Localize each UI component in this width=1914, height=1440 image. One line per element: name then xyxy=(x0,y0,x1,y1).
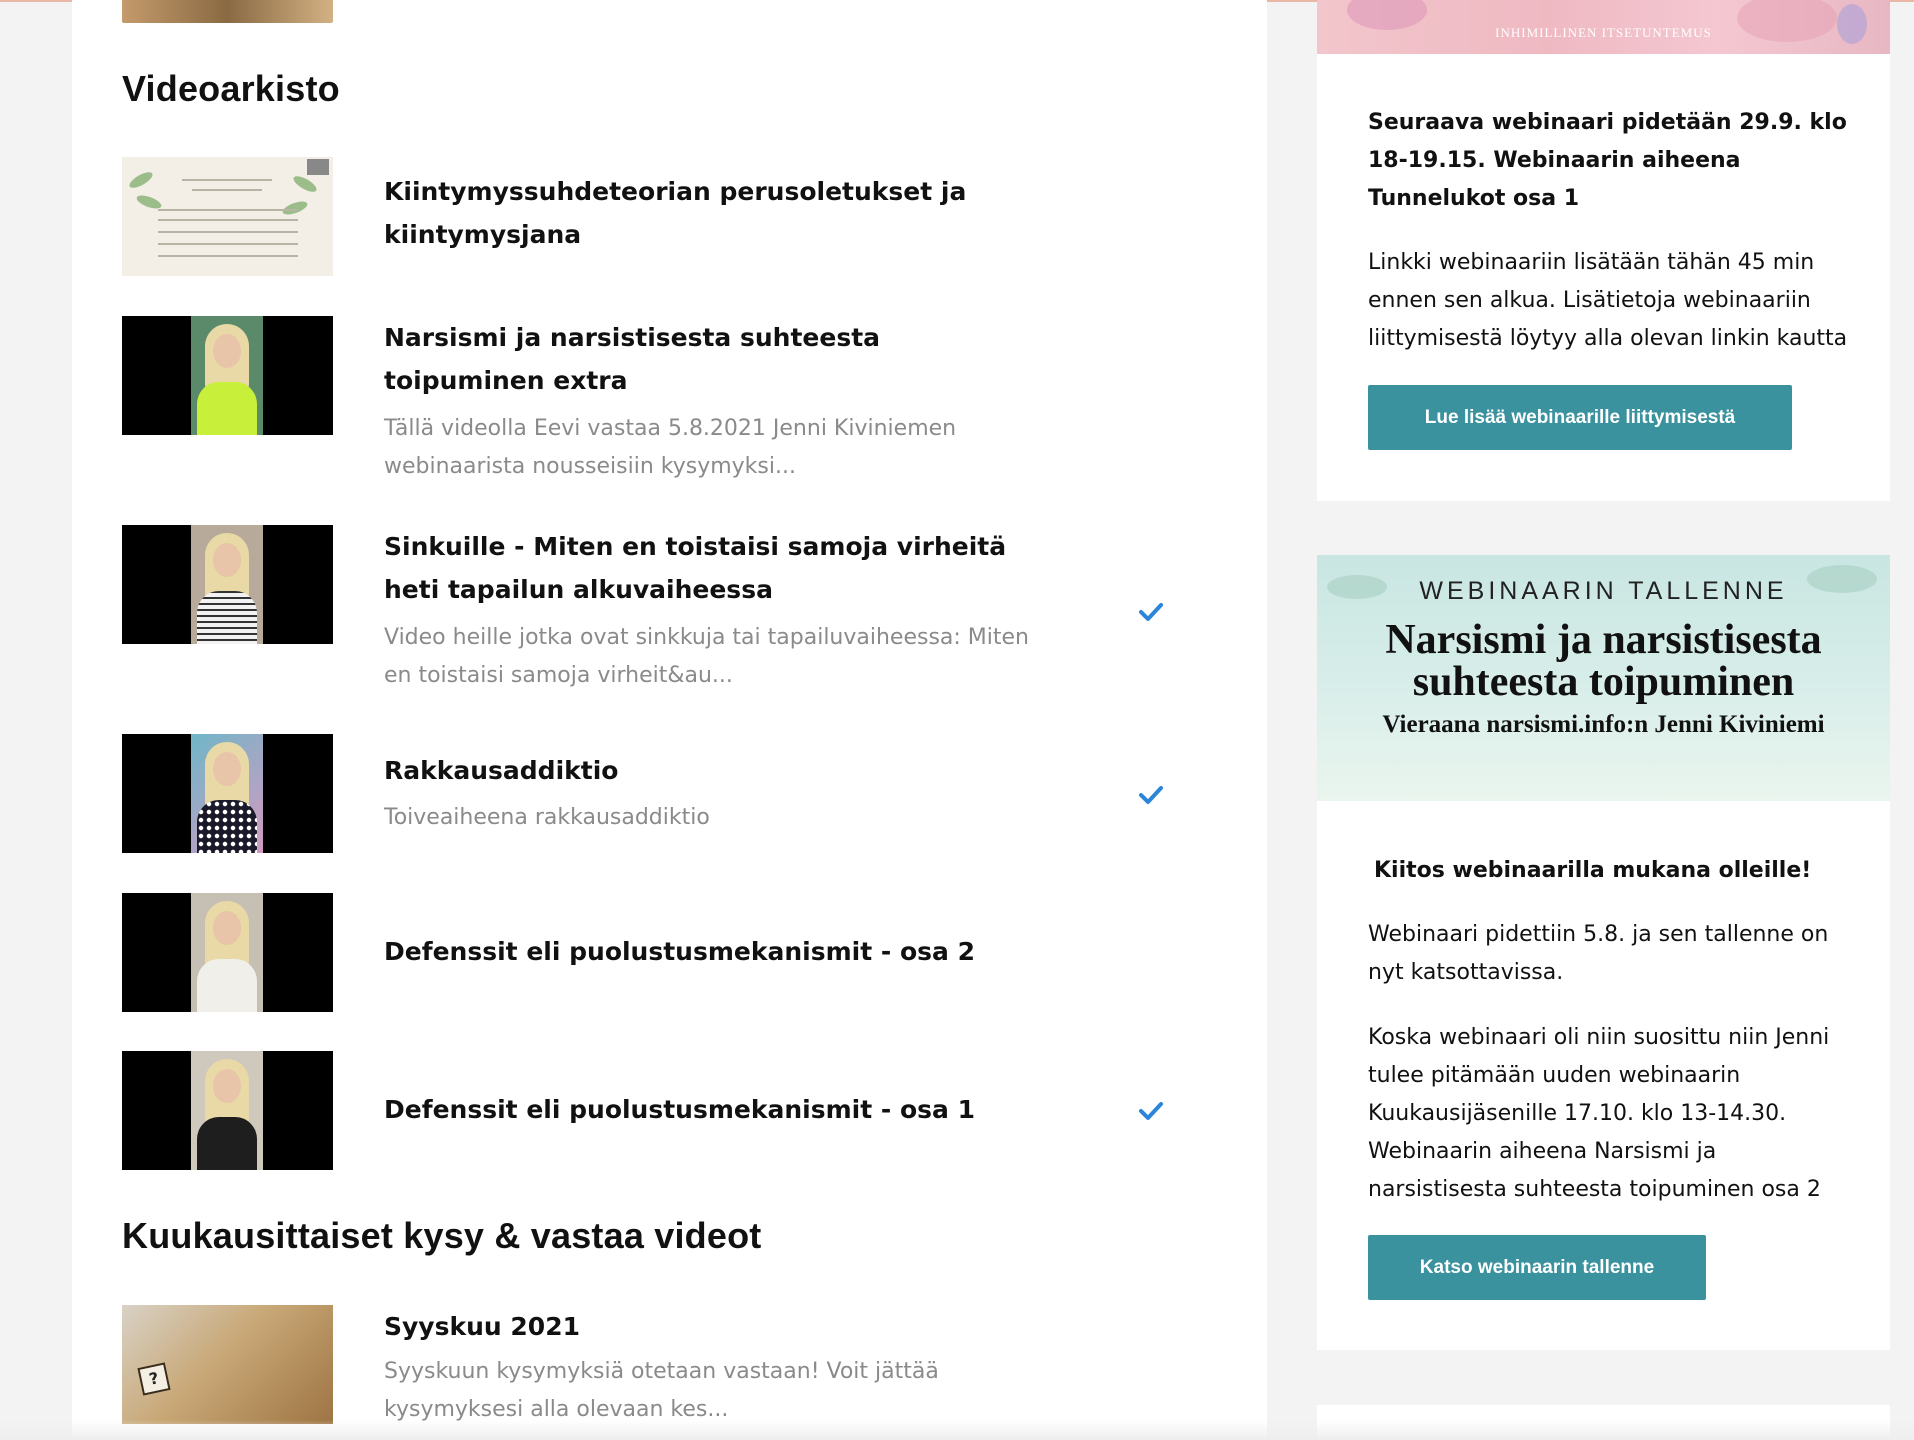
video-title[interactable]: Defenssit eli puolustusmekanismit - osa … xyxy=(384,1088,1044,1131)
main-content: Videoarkisto Kiintymyssuhdeteorian perus… xyxy=(72,0,1267,1440)
slide-thumbnail[interactable] xyxy=(122,157,333,276)
watched-check-icon xyxy=(1139,603,1163,621)
video-title[interactable]: Rakkausaddiktio xyxy=(384,749,1044,792)
video-title[interactable]: Kiintymyssuhdeteorian perusoletukset ja … xyxy=(384,170,1044,256)
video-title[interactable]: Narsismi ja narsistisesta suhteesta toip… xyxy=(384,316,1044,402)
video-title[interactable]: Sinkuille - Miten en toistaisi samoja vi… xyxy=(384,525,1044,611)
video-thumbnail[interactable] xyxy=(122,1051,333,1170)
dice-thumbnail[interactable]: ? xyxy=(122,1305,333,1424)
recorded-info: Webinaari pidettiin 5.8. ja sen tallenne… xyxy=(1368,922,1829,985)
video-thumbnail[interactable] xyxy=(122,734,333,853)
section-title-monthly: Kuukausittaiset kysy & vastaa videot xyxy=(122,1215,762,1256)
recording-headline: Narsismi ja narsistisesta suhteesta toip… xyxy=(1385,617,1822,705)
watched-check-icon xyxy=(1139,1102,1163,1120)
next-webinar-card: INHIMILLINEN ITSETUNTEMUS Seuraava webin… xyxy=(1317,0,1890,501)
video-description: Syyskuun kysymyksiä otetaan vastaan! Voi… xyxy=(384,1359,939,1422)
previous-video-thumbnail[interactable] xyxy=(122,0,333,23)
recording-kicker: WEBINAARIN TALLENNE xyxy=(1419,577,1788,605)
video-title[interactable]: Defenssit eli puolustusmekanismit - osa … xyxy=(384,930,1044,973)
watch-recording-button[interactable]: Katso webinaarin tallenne xyxy=(1368,1235,1706,1300)
watched-check-icon xyxy=(1139,786,1163,804)
recording-guest: Vieraana narsismi.info:n Jenni Kiviniemi xyxy=(1382,711,1825,738)
video-description: Toiveaiheena rakkausaddiktio xyxy=(384,805,710,830)
webinar-recording-card: WEBINAARIN TALLENNE Narsismi ja narsisti… xyxy=(1317,555,1890,1350)
brand-caption: INHIMILLINEN ITSETUNTEMUS xyxy=(1495,25,1712,40)
recording-banner[interactable]: WEBINAARIN TALLENNE Narsismi ja narsisti… xyxy=(1317,555,1890,801)
video-description: Video heille jotka ovat sinkkuja tai tap… xyxy=(384,625,1030,688)
video-description: Tällä videolla Eevi vastaa 5.8.2021 Jenn… xyxy=(384,416,957,479)
bottom-fade xyxy=(0,1420,1914,1440)
video-title[interactable]: Syyskuu 2021 xyxy=(384,1305,1044,1348)
video-thumbnail[interactable] xyxy=(122,893,333,1012)
video-thumbnail[interactable] xyxy=(122,316,333,435)
new-webinar-info: Koska webinaari oli niin suosittu niin J… xyxy=(1368,1025,1830,1202)
question-dice-icon: ? xyxy=(137,1362,171,1396)
next-webinar-info: Linkki webinaariin lisätään tähän 45 min… xyxy=(1368,250,1848,351)
section-title-videoarkisto: Videoarkisto xyxy=(122,68,340,109)
thanks-heading: Kiitos webinaarilla mukana olleille! xyxy=(1374,858,1812,883)
next-webinar-heading: Seuraava webinaari pidetään 29.9. klo 18… xyxy=(1368,110,1847,211)
video-thumbnail[interactable] xyxy=(122,525,333,644)
join-webinar-button[interactable]: Lue lisää webinaarille liittymisestä xyxy=(1368,385,1792,450)
brand-banner: INHIMILLINEN ITSETUNTEMUS xyxy=(1317,0,1890,54)
